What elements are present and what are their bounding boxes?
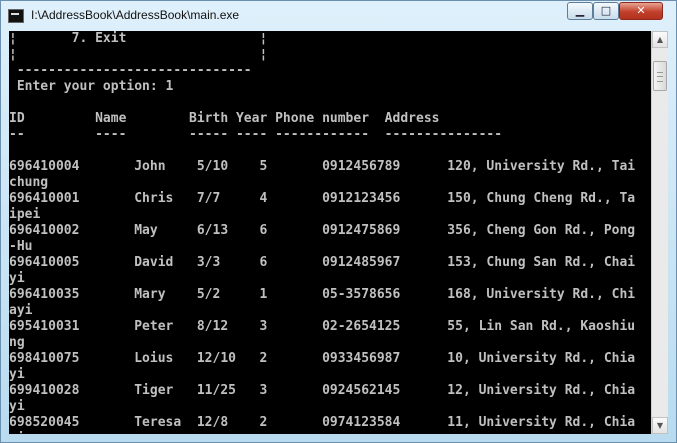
grip-icon bbox=[657, 72, 663, 82]
console-line: yi bbox=[9, 431, 25, 434]
scroll-thumb[interactable] bbox=[653, 61, 667, 91]
console-line: 699410028 Tiger 11/25 3 0924562145 12, U… bbox=[9, 383, 636, 398]
maximize-button[interactable]: □ bbox=[593, 2, 619, 20]
close-icon: ✕ bbox=[636, 4, 646, 17]
console-line: ID Name Birth Year Phone number Address bbox=[9, 111, 440, 126]
window-title: I:\AddressBook\AddressBook\main.exe bbox=[31, 8, 240, 22]
console-line: yi bbox=[9, 399, 25, 414]
console-line: -Hu bbox=[9, 239, 33, 254]
console-line: 695410031 Peter 8/12 3 02-2654125 55, Li… bbox=[9, 319, 636, 334]
console-line: ayi bbox=[9, 303, 33, 318]
console-line: ------------------------------ bbox=[9, 63, 252, 78]
minimize-icon: ▁ bbox=[575, 4, 585, 17]
console-line: 696410004 John 5/10 5 0912456789 120, Un… bbox=[9, 159, 636, 174]
close-button[interactable]: ✕ bbox=[619, 2, 663, 20]
console-line: -- ---- ----- ---- ------------ --------… bbox=[9, 127, 503, 142]
console-line: 696410035 Mary 5/2 1 05-3578656 168, Uni… bbox=[9, 287, 636, 302]
scroll-up-button[interactable]: ▲ bbox=[652, 31, 668, 48]
console-line: 696410001 Chris 7/7 4 0912123456 150, Ch… bbox=[9, 191, 636, 206]
maximize-icon: □ bbox=[600, 4, 612, 17]
console-line: ng bbox=[9, 335, 25, 350]
minimize-button[interactable]: ▁ bbox=[567, 2, 593, 20]
console-line: ¦ 7. Exit ¦ bbox=[9, 31, 268, 46]
arrow-down-icon: ▼ bbox=[656, 421, 664, 430]
console-line: yi bbox=[9, 271, 25, 286]
console-line: 698410075 Loius 12/10 2 0933456987 10, U… bbox=[9, 351, 636, 366]
vertical-scrollbar[interactable]: ▲ ▼ bbox=[651, 31, 668, 434]
console-app-icon[interactable] bbox=[8, 9, 24, 23]
console-line: chung bbox=[9, 175, 49, 190]
console-line: yi bbox=[9, 367, 25, 382]
scroll-down-button[interactable]: ▼ bbox=[652, 417, 668, 434]
console-line: 696410005 David 3/3 6 0912485967 153, Ch… bbox=[9, 255, 636, 270]
console-line: 696410002 May 6/13 6 0912475869 356, Che… bbox=[9, 223, 636, 238]
console-line: ¦ ¦ bbox=[9, 47, 268, 62]
console-output-area[interactable]: ¦ 7. Exit ¦ ¦ ¦ ------------------------… bbox=[9, 31, 651, 434]
console-line: 698520045 Teresa 12/8 2 0974123584 11, U… bbox=[9, 415, 636, 430]
console-window: I:\AddressBook\AddressBook\main.exe ▁ □ … bbox=[0, 0, 677, 443]
console-line: ipei bbox=[9, 207, 41, 222]
console-text: ¦ 7. Exit ¦ ¦ ¦ ------------------------… bbox=[9, 31, 635, 434]
title-bar[interactable]: I:\AddressBook\AddressBook\main.exe ▁ □ … bbox=[1, 1, 676, 31]
arrow-up-icon: ▲ bbox=[656, 35, 664, 44]
console-line: Enter your option: 1 bbox=[9, 79, 174, 94]
